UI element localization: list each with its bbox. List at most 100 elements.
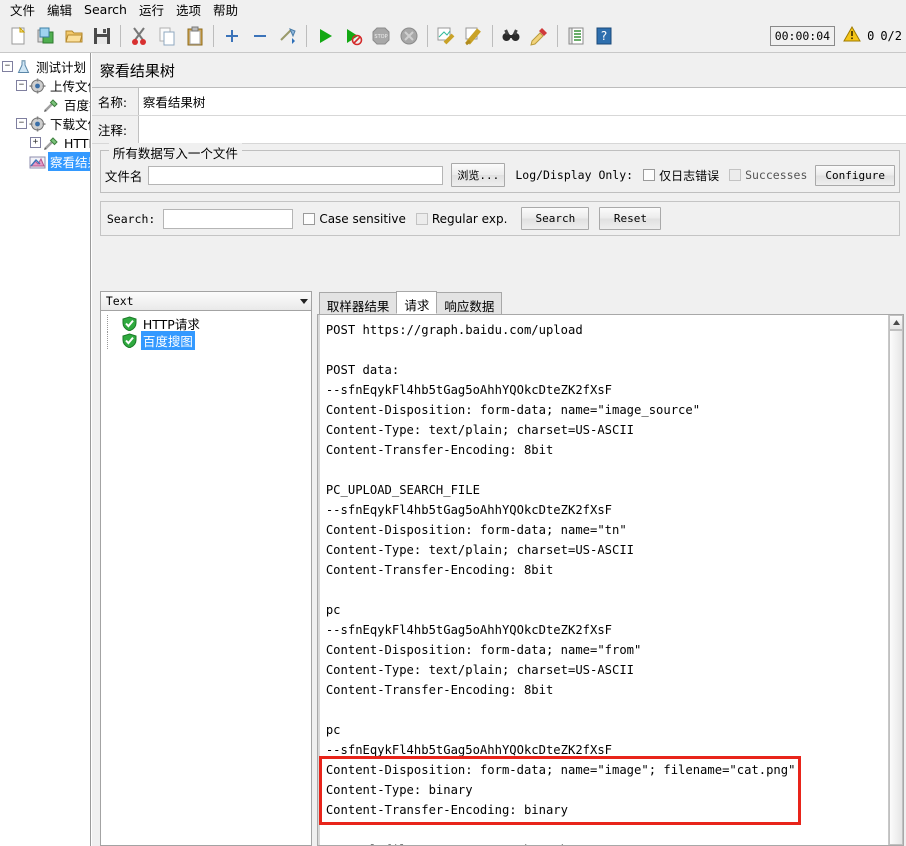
name-input[interactable]: 察看结果树 <box>137 88 906 115</box>
comment-label: 注释: <box>97 123 128 138</box>
templates-icon[interactable] <box>33 23 59 49</box>
view-results-tree-icon <box>29 154 46 170</box>
request-text[interactable]: POST https://graph.baidu.com/upload POST… <box>317 315 888 845</box>
request-line-17: Content-Type: text/plain; charset=US-ASC… <box>325 663 635 677</box>
copy-icon[interactable] <box>154 23 180 49</box>
scroll-up-arrow[interactable] <box>889 315 903 330</box>
tab-1[interactable]: 请求 <box>396 291 438 314</box>
search-reset-icon[interactable] <box>526 23 552 49</box>
successes-box[interactable] <box>729 169 742 181</box>
regex-checkbox[interactable]: Regular exp. <box>415 211 508 226</box>
expand-icon[interactable] <box>219 23 245 49</box>
function-helper-icon[interactable] <box>563 23 589 49</box>
test-plan-icon <box>15 59 32 75</box>
tab-2[interactable]: 响应数据 <box>436 292 503 314</box>
chevron-down-icon[interactable] <box>299 298 308 304</box>
reset-button[interactable]: Reset <box>599 207 662 230</box>
menu-item-5[interactable]: 帮助 <box>207 0 244 20</box>
menu-item-0[interactable]: 文件 <box>4 0 41 20</box>
tree-connector <box>106 315 122 332</box>
search-input[interactable] <box>163 208 294 229</box>
toolbar-separator <box>120 24 121 47</box>
menu-item-1[interactable]: 编辑 <box>41 0 78 20</box>
test-plan-tree[interactable]: −测试计划−上传文件百度搜图−下载文件+HTTP请求察看结果树 <box>0 53 90 171</box>
request-scrollbar[interactable] <box>888 315 903 845</box>
tree-node-spacer <box>30 99 41 110</box>
collapse-node-icon[interactable]: − <box>2 61 13 72</box>
svg-text:?: ? <box>601 29 607 43</box>
cut-icon[interactable] <box>126 23 152 49</box>
errors-only-box[interactable] <box>643 169 656 181</box>
toggle-icon[interactable] <box>275 23 301 49</box>
result-item-label: 百度搜图 <box>140 331 195 350</box>
result-item-1[interactable]: 百度搜图 <box>106 331 311 350</box>
toolbar: STOP ? 00:00:04 0 0/2 <box>0 19 906 53</box>
tree-node-4[interactable]: + HTTP请求 <box>2 133 90 152</box>
help-icon[interactable]: ? <box>591 23 617 49</box>
search-button[interactable]: Search <box>521 207 590 230</box>
request-line-15: --sfnEqykFl4hb5tGag5oAhhYQOkcDteZK2fXsF <box>325 623 613 637</box>
regex-box[interactable] <box>415 212 428 225</box>
tree-node-label: 百度搜图 <box>64 98 90 113</box>
request-line-18: Content-Transfer-Encoding: 8bit <box>325 683 554 697</box>
collapse-node-icon[interactable]: − <box>16 80 27 91</box>
log-display-only-label: Log/Display Only: <box>515 168 634 182</box>
tree-node-0[interactable]: − 测试计划 <box>2 57 90 76</box>
request-line-10: Content-Disposition: form-data; name="tn… <box>325 523 627 537</box>
configure-button[interactable]: Configure <box>815 164 895 186</box>
success-shield-icon <box>122 316 138 332</box>
tree-node-label: 测试计划 <box>36 60 87 75</box>
case-sensitive-checkbox[interactable]: Case sensitive <box>303 212 406 226</box>
menu-item-4[interactable]: 选项 <box>170 0 207 20</box>
test-plan-tree-panel[interactable]: −测试计划−上传文件百度搜图−下载文件+HTTP请求察看结果树 <box>0 53 91 846</box>
clear-icon[interactable] <box>433 23 459 49</box>
search-icon[interactable] <box>498 23 524 49</box>
results-split: Text HTTP请求 百度搜图 取样器结果 请求 响应数据 POST https:/… <box>99 291 904 846</box>
request-line-19 <box>326 700 888 720</box>
request-line-7 <box>326 460 888 480</box>
comment-input[interactable] <box>137 116 906 143</box>
paste-icon[interactable] <box>182 23 208 49</box>
tree-node-3[interactable]: − 下载文件 <box>2 114 90 133</box>
stop-icon[interactable]: STOP <box>368 23 394 49</box>
case-sensitive-label: Case sensitive <box>319 211 406 226</box>
regex-label: Regular exp. <box>431 211 508 226</box>
successes-checkbox[interactable]: Successes <box>729 168 807 182</box>
tree-node-1[interactable]: − 上传文件 <box>2 76 90 95</box>
tree-node-5[interactable]: 察看结果树 <box>2 152 90 171</box>
errors-only-checkbox[interactable]: 仅日志错误 <box>643 167 719 184</box>
tree-node-2[interactable]: 百度搜图 <box>2 95 90 114</box>
menu-item-2[interactable]: Search <box>78 1 133 18</box>
search-label: Search: <box>106 211 156 226</box>
collapse-icon[interactable] <box>247 23 273 49</box>
filename-input[interactable] <box>148 165 444 185</box>
save-icon[interactable] <box>89 23 115 49</box>
shutdown-icon[interactable] <box>396 23 422 49</box>
menu-item-3[interactable]: 运行 <box>133 0 170 20</box>
result-item-0[interactable]: HTTP请求 <box>106 315 311 332</box>
active-threads-count: 0/2 <box>880 28 902 43</box>
toolbar-separator <box>427 24 428 47</box>
tree-node-label: 察看结果树 <box>48 152 90 171</box>
error-count: 0 <box>867 28 875 43</box>
svg-text:STOP: STOP <box>374 34 387 40</box>
write-all-data-group: 所有数据写入一个文件 文件名 浏览... Log/Display Only: 仅… <box>99 143 900 193</box>
tab-0[interactable]: 取样器结果 <box>318 292 398 314</box>
start-icon[interactable] <box>312 23 338 49</box>
scroll-thumb[interactable] <box>889 330 903 845</box>
browse-button[interactable]: 浏览... <box>451 163 506 187</box>
warning-icon[interactable] <box>843 25 861 45</box>
clear-all-icon[interactable] <box>461 23 487 49</box>
expand-node-icon[interactable]: + <box>30 137 41 148</box>
renderer-dropdown[interactable]: Text <box>99 291 312 311</box>
case-sensitive-box[interactable] <box>303 212 316 225</box>
new-icon[interactable] <box>5 23 31 49</box>
sample-results-tree[interactable]: HTTP请求 百度搜图 <box>99 311 312 846</box>
request-line-22: Content-Disposition: form-data; name="im… <box>325 763 796 777</box>
start-no-pauses-icon[interactable] <box>340 23 366 49</box>
collapse-node-icon[interactable]: − <box>16 118 27 129</box>
request-line-5: Content-Type: text/plain; charset=US-ASC… <box>325 423 635 437</box>
open-icon[interactable] <box>61 23 87 49</box>
request-line-9: --sfnEqykFl4hb5tGag5oAhhYQOkcDteZK2fXsF <box>325 503 613 517</box>
request-line-20: pc <box>325 723 341 737</box>
